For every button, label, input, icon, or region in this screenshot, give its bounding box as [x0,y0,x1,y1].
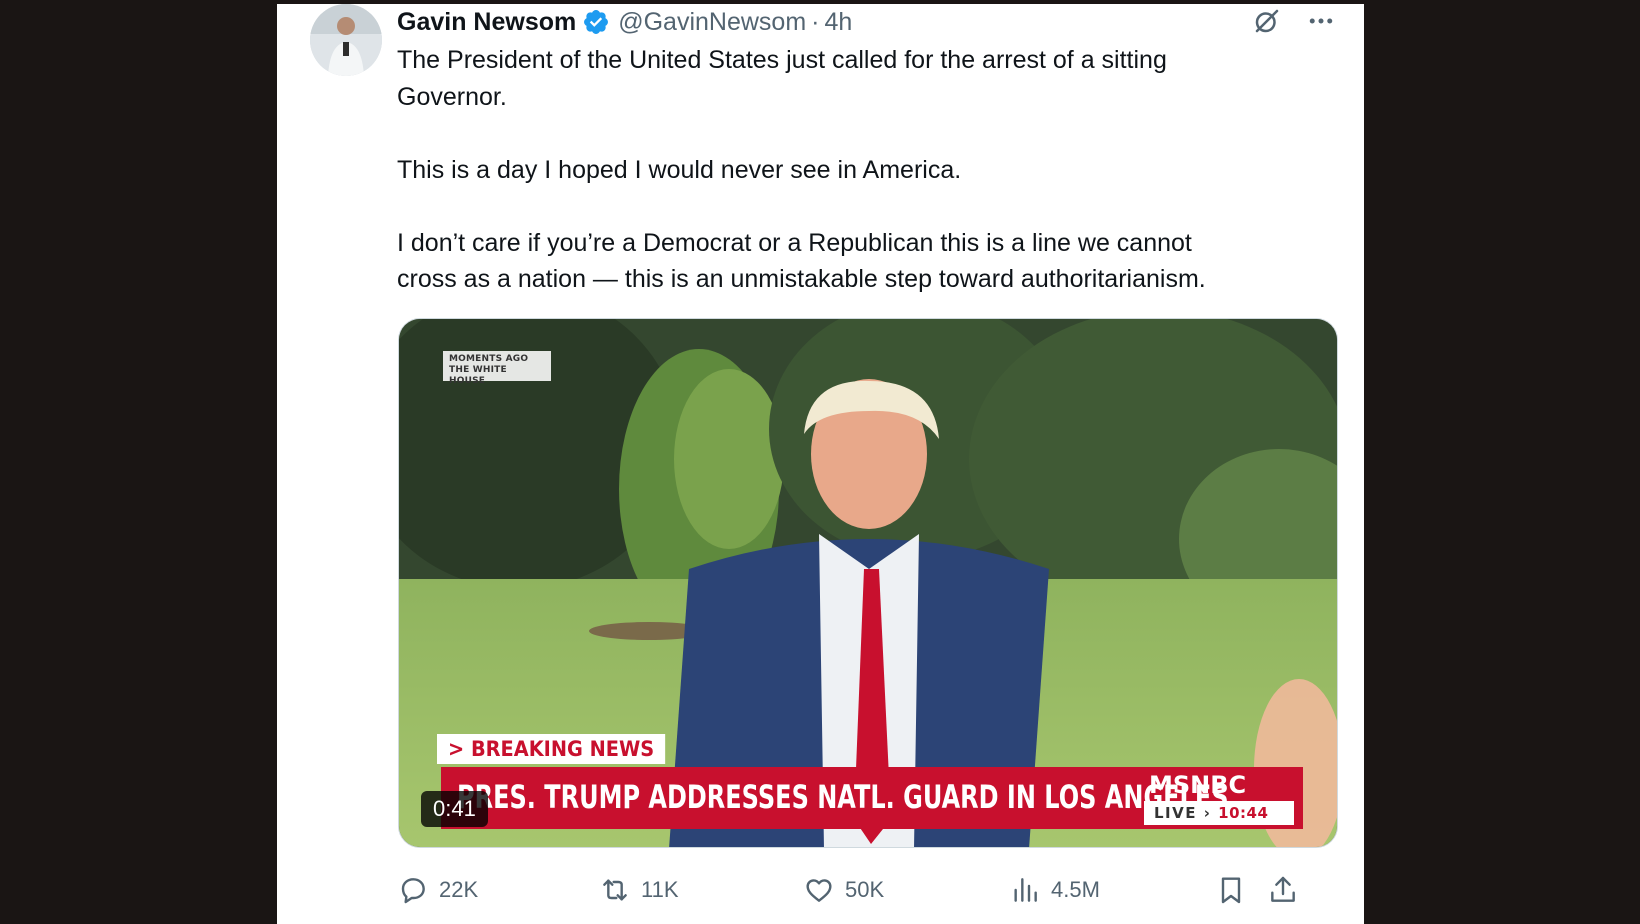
network-name: MSNBC [1149,771,1247,799]
views-icon [1014,878,1037,902]
share-button[interactable] [1267,872,1299,908]
live-badge: LIVE › 10:44 [1144,801,1294,825]
location-tag: MOMENTS AGO THE WHITE HOUSE [443,351,551,386]
bookmark-icon [1221,877,1241,904]
avatar[interactable] [310,4,382,76]
like-count: 50K [845,877,885,902]
live-label: LIVE [1154,804,1197,822]
like-button[interactable]: 50K [803,872,884,908]
video-duration: 0:41 [421,791,488,827]
like-icon [806,879,832,902]
author-name[interactable]: Gavin Newsom [397,8,576,37]
news-headline: PRES. TRUMP ADDRESSES NATL. GUARD IN LOS… [457,778,1229,816]
tweet-header: Gavin Newsom @GavinNewsom · 4h [397,4,852,40]
video-player[interactable]: MOMENTS AGO THE WHITE HOUSE > BREAKING N… [398,318,1338,848]
tweet-text-line: I don’t care if you’re a Democrat or a R… [397,228,1192,257]
tweet-actions: 22K 11K 50K 4.5M [397,872,1342,908]
verified-badge-icon [582,8,610,36]
tweet-top-actions [1252,6,1336,36]
location-tag-line: MOMENTS AGO [449,354,529,364]
author-handle[interactable]: @GavinNewsom [618,8,806,37]
breaking-news-label: > BREAKING NEWS [437,734,666,764]
grok-icon[interactable] [1252,6,1282,36]
reply-button[interactable]: 22K [397,872,478,908]
tweet-text-line: Governor. [397,82,507,111]
location-tag-line: THE WHITE HOUSE [449,365,507,386]
tweet-text-line: The President of the United States just … [397,46,1167,74]
more-options-icon[interactable] [1306,6,1336,36]
tweet-card[interactable]: Gavin Newsom @GavinNewsom · 4h The Presi… [277,4,1364,924]
live-arrow: › [1203,804,1212,822]
views-count: 4.5M [1051,877,1100,902]
views-button[interactable]: 4.5M [1009,872,1100,908]
retweet-button[interactable]: 11K [599,872,679,908]
bookmark-button[interactable] [1215,872,1247,908]
tweet-text-line: This is a day I hoped I would never see … [397,155,962,184]
live-time: 10:44 [1218,804,1269,822]
share-icon [1271,876,1295,902]
tweet-text-line: cross as a nation — this is an unmistaka… [397,265,1206,293]
separator-dot: · [811,7,820,36]
network-logo: MSNBC [1149,769,1246,801]
reply-icon [401,878,425,904]
reply-count: 22K [439,877,479,902]
retweet-count: 11K [641,877,679,902]
retweet-icon [603,879,627,901]
tweet-text: The President of the United States just … [397,42,1327,298]
timestamp[interactable]: 4h [825,8,853,37]
